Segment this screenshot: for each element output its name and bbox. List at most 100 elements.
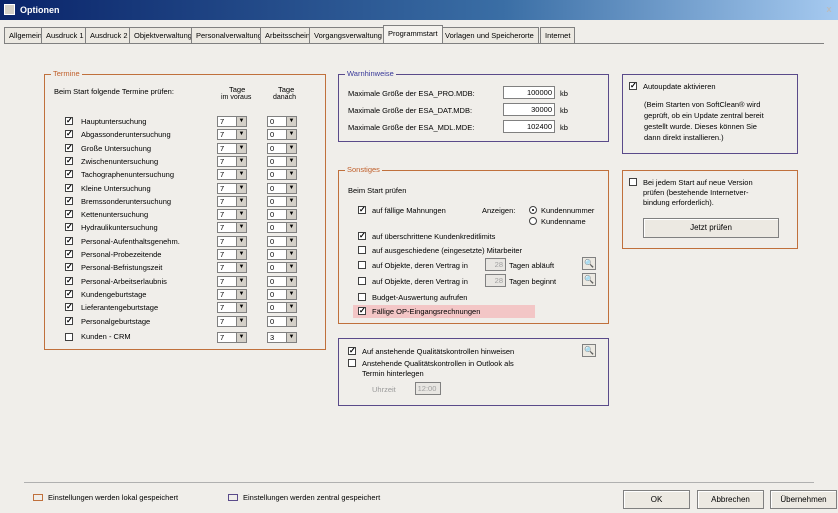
tab-objektverwaltung[interactable]: Objektverwaltung (129, 27, 197, 43)
termin-voraus-combo[interactable]: 7 ▼ (217, 182, 247, 194)
termin-checkbox[interactable]: ✓ (65, 156, 73, 165)
termin-danach-combo[interactable]: 0 ▼ (267, 129, 297, 141)
termin-voraus-combo[interactable]: 7 ▼ (217, 235, 247, 247)
autoupdate-desc-2: geprüft, ob ein Update zentral bereit (644, 111, 764, 120)
radio-kundenname[interactable] (529, 217, 537, 225)
termin-voraus-combo[interactable]: 7 ▼ (217, 249, 247, 260)
termin-danach-combo[interactable]: 0 ▼ (267, 142, 297, 154)
termin-voraus-combo[interactable]: 7 ▼ (217, 116, 247, 127)
chevron-down-icon: ▼ (236, 183, 246, 193)
uhrzeit-input[interactable]: 12:00 (415, 382, 441, 395)
termin-danach-combo[interactable]: 0 ▼ (267, 262, 297, 274)
termin-danach-combo[interactable]: 0 ▼ (267, 169, 297, 181)
apply-button[interactable]: Übernehmen (770, 490, 837, 509)
termin-danach-combo[interactable]: 0 ▼ (267, 195, 297, 207)
obj-beginn-checkbox[interactable] (358, 277, 366, 285)
termin-voraus-combo[interactable]: 7 ▼ (217, 129, 247, 141)
warn-input-mdl[interactable]: 102400 (503, 120, 555, 133)
termin-voraus-combo[interactable]: 7 ▼ (217, 275, 247, 287)
termin-voraus-value: 7 (220, 130, 225, 140)
crm-danach-combo[interactable]: 3 ▼ (267, 332, 297, 343)
termin-danach-combo[interactable]: 0 ▼ (267, 209, 297, 221)
ok-button[interactable]: OK (623, 490, 690, 509)
termin-voraus-combo[interactable]: 7 ▼ (217, 195, 247, 207)
termin-voraus-combo[interactable]: 7 ▼ (217, 169, 247, 181)
termin-checkbox[interactable]: ✓ (65, 276, 73, 285)
title-bar: Optionen x (0, 0, 838, 20)
termin-danach-combo[interactable]: 0 ▼ (267, 288, 297, 300)
op-checkbox[interactable]: ✓ (358, 307, 366, 315)
tab-ausdruck-1[interactable]: Ausdruck 1 (41, 27, 89, 43)
termin-voraus-combo[interactable]: 7 ▼ (217, 209, 247, 221)
termin-checkbox[interactable]: ✓ (65, 210, 73, 219)
qualitaet-outlook-label: Anstehende Qualitätskontrollen in Outloo… (362, 359, 514, 368)
tab-vorgangsverwaltung[interactable]: Vorgangsverwaltung (309, 27, 387, 43)
qualitaet-hinweis-checkbox[interactable]: ✓ (348, 347, 356, 355)
mitarbeiter-checkbox[interactable] (358, 246, 366, 254)
termin-voraus-combo[interactable]: 7 ▼ (217, 262, 247, 274)
termin-danach-combo[interactable]: 0 ▼ (267, 235, 297, 247)
warn-input-dat[interactable]: 30000 (503, 103, 555, 116)
termin-checkbox[interactable]: ✓ (65, 316, 73, 325)
termin-checkbox[interactable]: ✓ (65, 117, 73, 125)
termin-voraus-value: 7 (220, 236, 225, 246)
termin-danach-combo[interactable]: 0 ▼ (267, 155, 297, 167)
kredit-checkbox[interactable]: ✓ (358, 232, 366, 240)
close-icon[interactable]: x (822, 3, 836, 16)
tab-arbeitsschein[interactable]: Arbeitsschein (260, 27, 316, 43)
chevron-down-icon: ▼ (236, 263, 246, 273)
termin-checkbox[interactable]: ✓ (65, 196, 73, 205)
tab-internet[interactable]: Internet (540, 27, 576, 43)
obj-ablauf-days[interactable]: 28 (485, 258, 506, 271)
obj-ablauf-checkbox[interactable] (358, 261, 366, 269)
termin-voraus-combo[interactable]: 7 ▼ (217, 142, 247, 154)
radio-kundennummer-label: Kundennummer (541, 206, 595, 215)
obj-beginn-days[interactable]: 28 (485, 274, 506, 287)
check-now-button[interactable]: Jetzt prüfen (643, 218, 779, 238)
chevron-down-icon: ▼ (236, 236, 246, 246)
radio-kundennummer[interactable] (529, 206, 537, 214)
obj-beginn-lookup-icon[interactable]: 🔍 (582, 273, 596, 286)
crm-voraus-combo[interactable]: 7 ▼ (217, 332, 247, 343)
termin-voraus-combo[interactable]: 7 ▼ (217, 288, 247, 300)
termin-checkbox[interactable]: ✓ (65, 183, 73, 192)
version-checkbox[interactable] (629, 178, 637, 186)
termin-checkbox[interactable]: ✓ (65, 130, 73, 139)
termin-checkbox[interactable]: ✓ (65, 170, 73, 179)
qualitaet-lookup-icon[interactable]: 🔍 (582, 344, 596, 357)
termin-danach-combo[interactable]: 0 ▼ (267, 302, 297, 314)
termin-voraus-combo[interactable]: 7 ▼ (217, 222, 247, 234)
termin-danach-combo[interactable]: 0 ▼ (267, 182, 297, 194)
autoupdate-checkbox[interactable]: ✓ (629, 82, 637, 90)
termin-label: Tachographenuntersuchung (81, 170, 174, 180)
obj-ablauf-lookup-icon[interactable]: 🔍 (582, 257, 596, 270)
cancel-button[interactable]: Abbrechen (697, 490, 764, 509)
budget-checkbox[interactable] (358, 293, 366, 301)
termin-danach-combo[interactable]: 0 ▼ (267, 116, 297, 127)
termin-voraus-combo[interactable]: 7 ▼ (217, 302, 247, 314)
mahnungen-checkbox[interactable]: ✓ (358, 206, 366, 214)
termin-checkbox[interactable]: ✓ (65, 289, 73, 298)
warn-input-pro[interactable]: 100000 (503, 86, 555, 99)
termin-voraus-combo[interactable]: 7 ▼ (217, 315, 247, 327)
qualitaet-outlook-checkbox[interactable] (348, 359, 356, 367)
col-danach-sub: danach (273, 94, 296, 101)
termin-danach-combo[interactable]: 0 ▼ (267, 222, 297, 234)
termin-checkbox[interactable]: ✓ (65, 143, 73, 152)
termin-checkbox[interactable]: ✓ (65, 236, 73, 245)
termin-danach-combo[interactable]: 0 ▼ (267, 249, 297, 260)
termin-checkbox[interactable]: ✓ (65, 303, 73, 312)
termin-label: Bremssonderuntersuchung (81, 196, 172, 206)
tab-ausdruck-2[interactable]: Ausdruck 2 (85, 27, 133, 43)
tab-vorlagen[interactable]: Vorlagen und Speicherorte (440, 27, 539, 43)
termin-danach-combo[interactable]: 0 ▼ (267, 315, 297, 327)
termin-checkbox[interactable]: ✓ (65, 250, 73, 258)
tab-personalverwaltung[interactable]: Personalverwaltung (191, 27, 267, 43)
tab-programmstart[interactable]: Programmstart (383, 25, 443, 43)
chevron-down-icon: ▼ (236, 303, 246, 313)
termin-voraus-combo[interactable]: 7 ▼ (217, 155, 247, 167)
termin-checkbox[interactable]: ✓ (65, 263, 73, 272)
termin-checkbox[interactable]: ✓ (65, 223, 73, 232)
termin-danach-combo[interactable]: 0 ▼ (267, 275, 297, 287)
crm-checkbox[interactable] (65, 333, 73, 341)
